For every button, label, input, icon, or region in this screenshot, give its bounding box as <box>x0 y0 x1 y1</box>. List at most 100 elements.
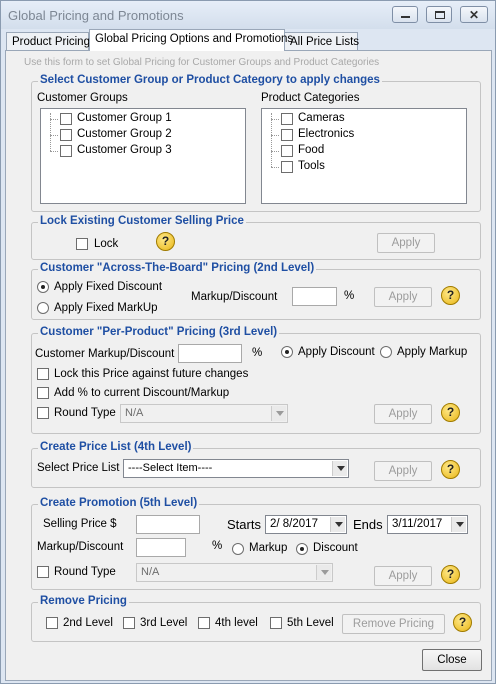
level2-help-icon[interactable]: ? <box>441 286 460 305</box>
lock-apply-button[interactable]: Apply <box>377 233 435 253</box>
level3-title: Customer "Per-Product" Pricing (3rd Leve… <box>38 326 280 338</box>
level5-box: Create Promotion (5th Level) Selling Pri… <box>31 497 481 590</box>
customer-group-1-label: Customer Group 1 <box>77 112 172 124</box>
category-food-checkbox[interactable] <box>281 145 293 157</box>
tree-line <box>271 113 272 167</box>
remove-help-icon[interactable]: ? <box>453 613 472 632</box>
lock-price-title: Lock Existing Customer Selling Price <box>38 215 246 227</box>
level4-title: Create Price List (4th Level) <box>38 441 194 453</box>
level5-round-type-value: N/A <box>141 566 160 578</box>
close-button[interactable]: Close <box>422 649 482 671</box>
remove-2nd-level-checkbox[interactable] <box>46 617 58 629</box>
level3-round-type-select[interactable]: N/A <box>120 404 288 423</box>
price-list-select[interactable]: ----Select Item---- <box>123 459 349 478</box>
level5-apply-button[interactable]: Apply <box>374 566 432 586</box>
select-group-box: Select Customer Group or Product Categor… <box>31 74 481 212</box>
level4-box: Create Price List (4th Level) Select Pri… <box>31 441 481 488</box>
level5-percent-label: % <box>212 540 223 552</box>
level3-apply-button[interactable]: Apply <box>374 404 432 424</box>
minimize-icon <box>401 16 410 18</box>
level2-markup-discount-input[interactable] <box>292 287 337 306</box>
chevron-down-icon <box>316 565 331 580</box>
level2-apply-button[interactable]: Apply <box>374 287 432 307</box>
category-cameras-label: Cameras <box>298 112 345 124</box>
level5-help-icon[interactable]: ? <box>441 565 460 584</box>
remove-5th-level-checkbox[interactable] <box>270 617 282 629</box>
lock-help-icon[interactable]: ? <box>156 232 175 251</box>
starts-label: Starts <box>227 517 261 532</box>
fixed-discount-radio[interactable] <box>37 281 49 293</box>
close-window-button[interactable]: ✕ <box>460 6 488 23</box>
minimize-button[interactable] <box>392 6 418 23</box>
starts-date-value: 2/ 8/2017 <box>270 518 318 530</box>
category-electronics-checkbox[interactable] <box>281 129 293 141</box>
fixed-markup-radio[interactable] <box>37 302 49 314</box>
maximize-button[interactable] <box>426 6 452 23</box>
level4-apply-button[interactable]: Apply <box>374 461 432 481</box>
window-title: Global Pricing and Promotions <box>8 8 184 23</box>
maximize-icon <box>435 11 445 19</box>
level3-round-type-value: N/A <box>125 407 144 419</box>
remove-pricing-button[interactable]: Remove Pricing <box>342 614 445 634</box>
starts-date-picker[interactable]: 2/ 8/2017 <box>265 515 347 534</box>
remove-3rd-level-checkbox[interactable] <box>123 617 135 629</box>
tree-line <box>271 119 279 120</box>
category-tools-checkbox[interactable] <box>281 161 293 173</box>
level3-markup-discount-label: Customer Markup/Discount <box>35 348 175 360</box>
level3-help-icon[interactable]: ? <box>441 403 460 422</box>
level3-box: Customer "Per-Product" Pricing (3rd Leve… <box>31 326 481 434</box>
level2-box: Customer "Across-The-Board" Pricing (2nd… <box>31 262 481 320</box>
fixed-discount-label: Apply Fixed Discount <box>54 281 163 293</box>
tab-all-price-lists[interactable]: All Price Lists <box>284 32 359 51</box>
tree-line <box>271 167 279 168</box>
level5-markup-radio[interactable] <box>232 543 244 555</box>
customer-groups-tree[interactable]: Customer Group 1 Customer Group 2 Custom… <box>40 108 246 204</box>
level5-round-type-label: Round Type <box>54 566 116 578</box>
tab-product-pricing[interactable]: Product Pricing <box>6 32 90 51</box>
level2-title: Customer "Across-The-Board" Pricing (2nd… <box>38 262 317 274</box>
category-electronics-label: Electronics <box>298 128 355 140</box>
fixed-markup-label: Apply Fixed MarkUp <box>54 302 158 314</box>
tree-line <box>271 135 279 136</box>
selling-price-input[interactable] <box>136 515 200 534</box>
add-percent-checkbox[interactable] <box>37 387 49 399</box>
tab-global-pricing-options[interactable]: Global Pricing Options and Promotions <box>89 29 293 51</box>
level5-round-type-select[interactable]: N/A <box>136 563 333 582</box>
window: Global Pricing and Promotions ✕ Product … <box>0 0 496 684</box>
customer-group-2-label: Customer Group 2 <box>77 128 172 140</box>
hint-text: Use this form to set Global Pricing for … <box>24 57 380 68</box>
customer-group-3-checkbox[interactable] <box>60 145 72 157</box>
lock-future-checkbox[interactable] <box>37 368 49 380</box>
chevron-down-icon <box>332 461 347 476</box>
category-cameras-checkbox[interactable] <box>281 113 293 125</box>
tab-bar: Product Pricing Global Pricing Options a… <box>5 29 492 51</box>
ends-date-picker[interactable]: 3/11/2017 <box>387 515 468 534</box>
level3-round-type-checkbox[interactable] <box>37 407 49 419</box>
remove-4th-level-checkbox[interactable] <box>198 617 210 629</box>
tree-line <box>50 119 58 120</box>
tree-line <box>271 151 279 152</box>
add-percent-label: Add % to current Discount/Markup <box>54 387 230 399</box>
customer-group-1-checkbox[interactable] <box>60 113 72 125</box>
level3-markup-discount-input[interactable] <box>178 344 242 363</box>
level4-help-icon[interactable]: ? <box>441 460 460 479</box>
tree-line <box>50 151 58 152</box>
level3-apply-markup-radio[interactable] <box>380 346 392 358</box>
level3-round-type-label: Round Type <box>54 407 116 419</box>
lock-future-label: Lock this Price against future changes <box>54 368 249 380</box>
category-food-label: Food <box>298 144 325 156</box>
customer-group-2-checkbox[interactable] <box>60 129 72 141</box>
level5-discount-radio[interactable] <box>296 543 308 555</box>
lock-price-box: Lock Existing Customer Selling Price Loc… <box>31 215 481 260</box>
product-categories-tree[interactable]: Cameras Electronics Food Tools <box>261 108 467 204</box>
lock-checkbox[interactable] <box>76 238 88 250</box>
level2-percent-label: % <box>344 290 355 302</box>
level3-percent-label: % <box>252 347 263 359</box>
chevron-down-icon <box>271 406 286 421</box>
level5-markup-discount-input[interactable] <box>136 538 186 557</box>
tab-content: Use this form to set Global Pricing for … <box>5 50 492 681</box>
level5-markup-label: Markup <box>249 542 288 554</box>
level3-apply-discount-radio[interactable] <box>281 346 293 358</box>
level5-round-type-checkbox[interactable] <box>37 566 49 578</box>
close-icon: ✕ <box>469 8 480 22</box>
